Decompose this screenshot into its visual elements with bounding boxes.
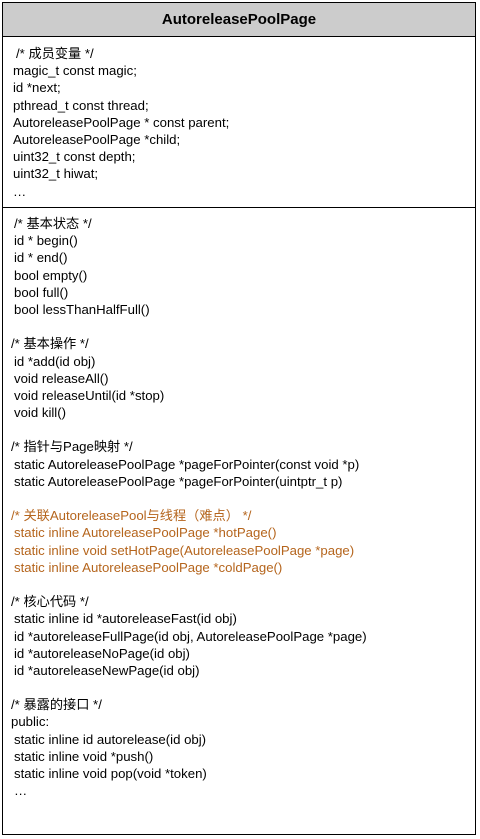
method-empty: bool empty() — [14, 267, 88, 283]
class-name: AutoreleasePoolPage — [3, 3, 475, 37]
field-parent: AutoreleasePoolPage * const parent; — [13, 114, 230, 130]
group-comment-core-code: /* 核心代码 */ — [11, 594, 89, 610]
group-comment-public-interface: /* 暴露的接口 */ — [11, 697, 102, 713]
methods-section: /* 基本状态 */ id * begin() id * end() bool … — [3, 208, 475, 799]
method-autorelease-no-page: id *autoreleaseNoPage(id obj) — [14, 645, 190, 661]
method-autorelease-new-page: id *autoreleaseNewPage(id obj) — [14, 662, 200, 678]
method-add: id *add(id obj) — [14, 353, 96, 369]
uml-class-box: AutoreleasePoolPage /* 成员变量 */ magic_t c… — [2, 2, 476, 835]
group-gap — [11, 421, 475, 438]
method-begin: id * begin() — [14, 233, 78, 249]
fields-comment: /* 成员变量 */ — [16, 46, 94, 61]
fields-section: /* 成员变量 */ magic_t const magic; id *next… — [3, 37, 475, 208]
field-thread: pthread_t const thread; — [13, 97, 149, 113]
group-gap — [11, 576, 475, 593]
group-gap — [11, 490, 475, 507]
field-magic: magic_t const magic; — [13, 63, 137, 79]
group-gap — [11, 679, 475, 696]
method-less-than-half-full: bool lessThanHalfFull() — [14, 301, 150, 317]
field-ellipsis: … — [13, 183, 27, 199]
method-autorelease-fast: static inline id *autoreleaseFast(id obj… — [14, 611, 237, 627]
method-autorelease: static inline id autorelease(id obj) — [14, 731, 207, 747]
field-child: AutoreleasePoolPage *child; — [13, 131, 181, 147]
group-comment-basic-state: /* 基本状态 */ — [14, 216, 92, 231]
method-pop: static inline void pop(void *token) — [14, 766, 207, 781]
field-hiwat: uint32_t hiwat; — [13, 166, 99, 182]
method-full: bool full() — [14, 284, 69, 300]
methods-ellipsis: … — [14, 783, 28, 799]
public-keyword: public: — [11, 714, 50, 730]
method-page-for-pointer-uintptr: static AutoreleasePoolPage *pageForPoint… — [14, 473, 343, 489]
method-set-hot-page: static inline void setHotPage(Autoreleas… — [14, 542, 355, 558]
field-next: id *next; — [13, 80, 61, 96]
group-gap — [11, 318, 475, 335]
method-hot-page: static inline AutoreleasePoolPage *hotPa… — [14, 525, 277, 541]
method-autorelease-full-page: id *autoreleaseFullPage(id obj, Autorele… — [14, 628, 367, 644]
group-comment-basic-ops: /* 基本操作 */ — [11, 336, 89, 352]
method-release-until: void releaseUntil(id *stop) — [14, 387, 165, 403]
method-kill: void kill() — [14, 405, 67, 421]
field-depth: uint32_t const depth; — [13, 149, 136, 165]
method-release-all: void releaseAll() — [14, 370, 109, 386]
method-cold-page: static inline AutoreleasePoolPage *coldP… — [14, 559, 283, 575]
group-comment-pointer-mapping: /* 指针与Page映射 */ — [11, 439, 133, 455]
method-push: static inline void *push() — [14, 748, 154, 764]
method-page-for-pointer-void: static AutoreleasePoolPage *pageForPoint… — [14, 456, 360, 472]
method-end: id * end() — [14, 250, 68, 266]
group-comment-thread-association: /* 关联AutoreleasePool与线程（难点） */ — [11, 508, 252, 524]
